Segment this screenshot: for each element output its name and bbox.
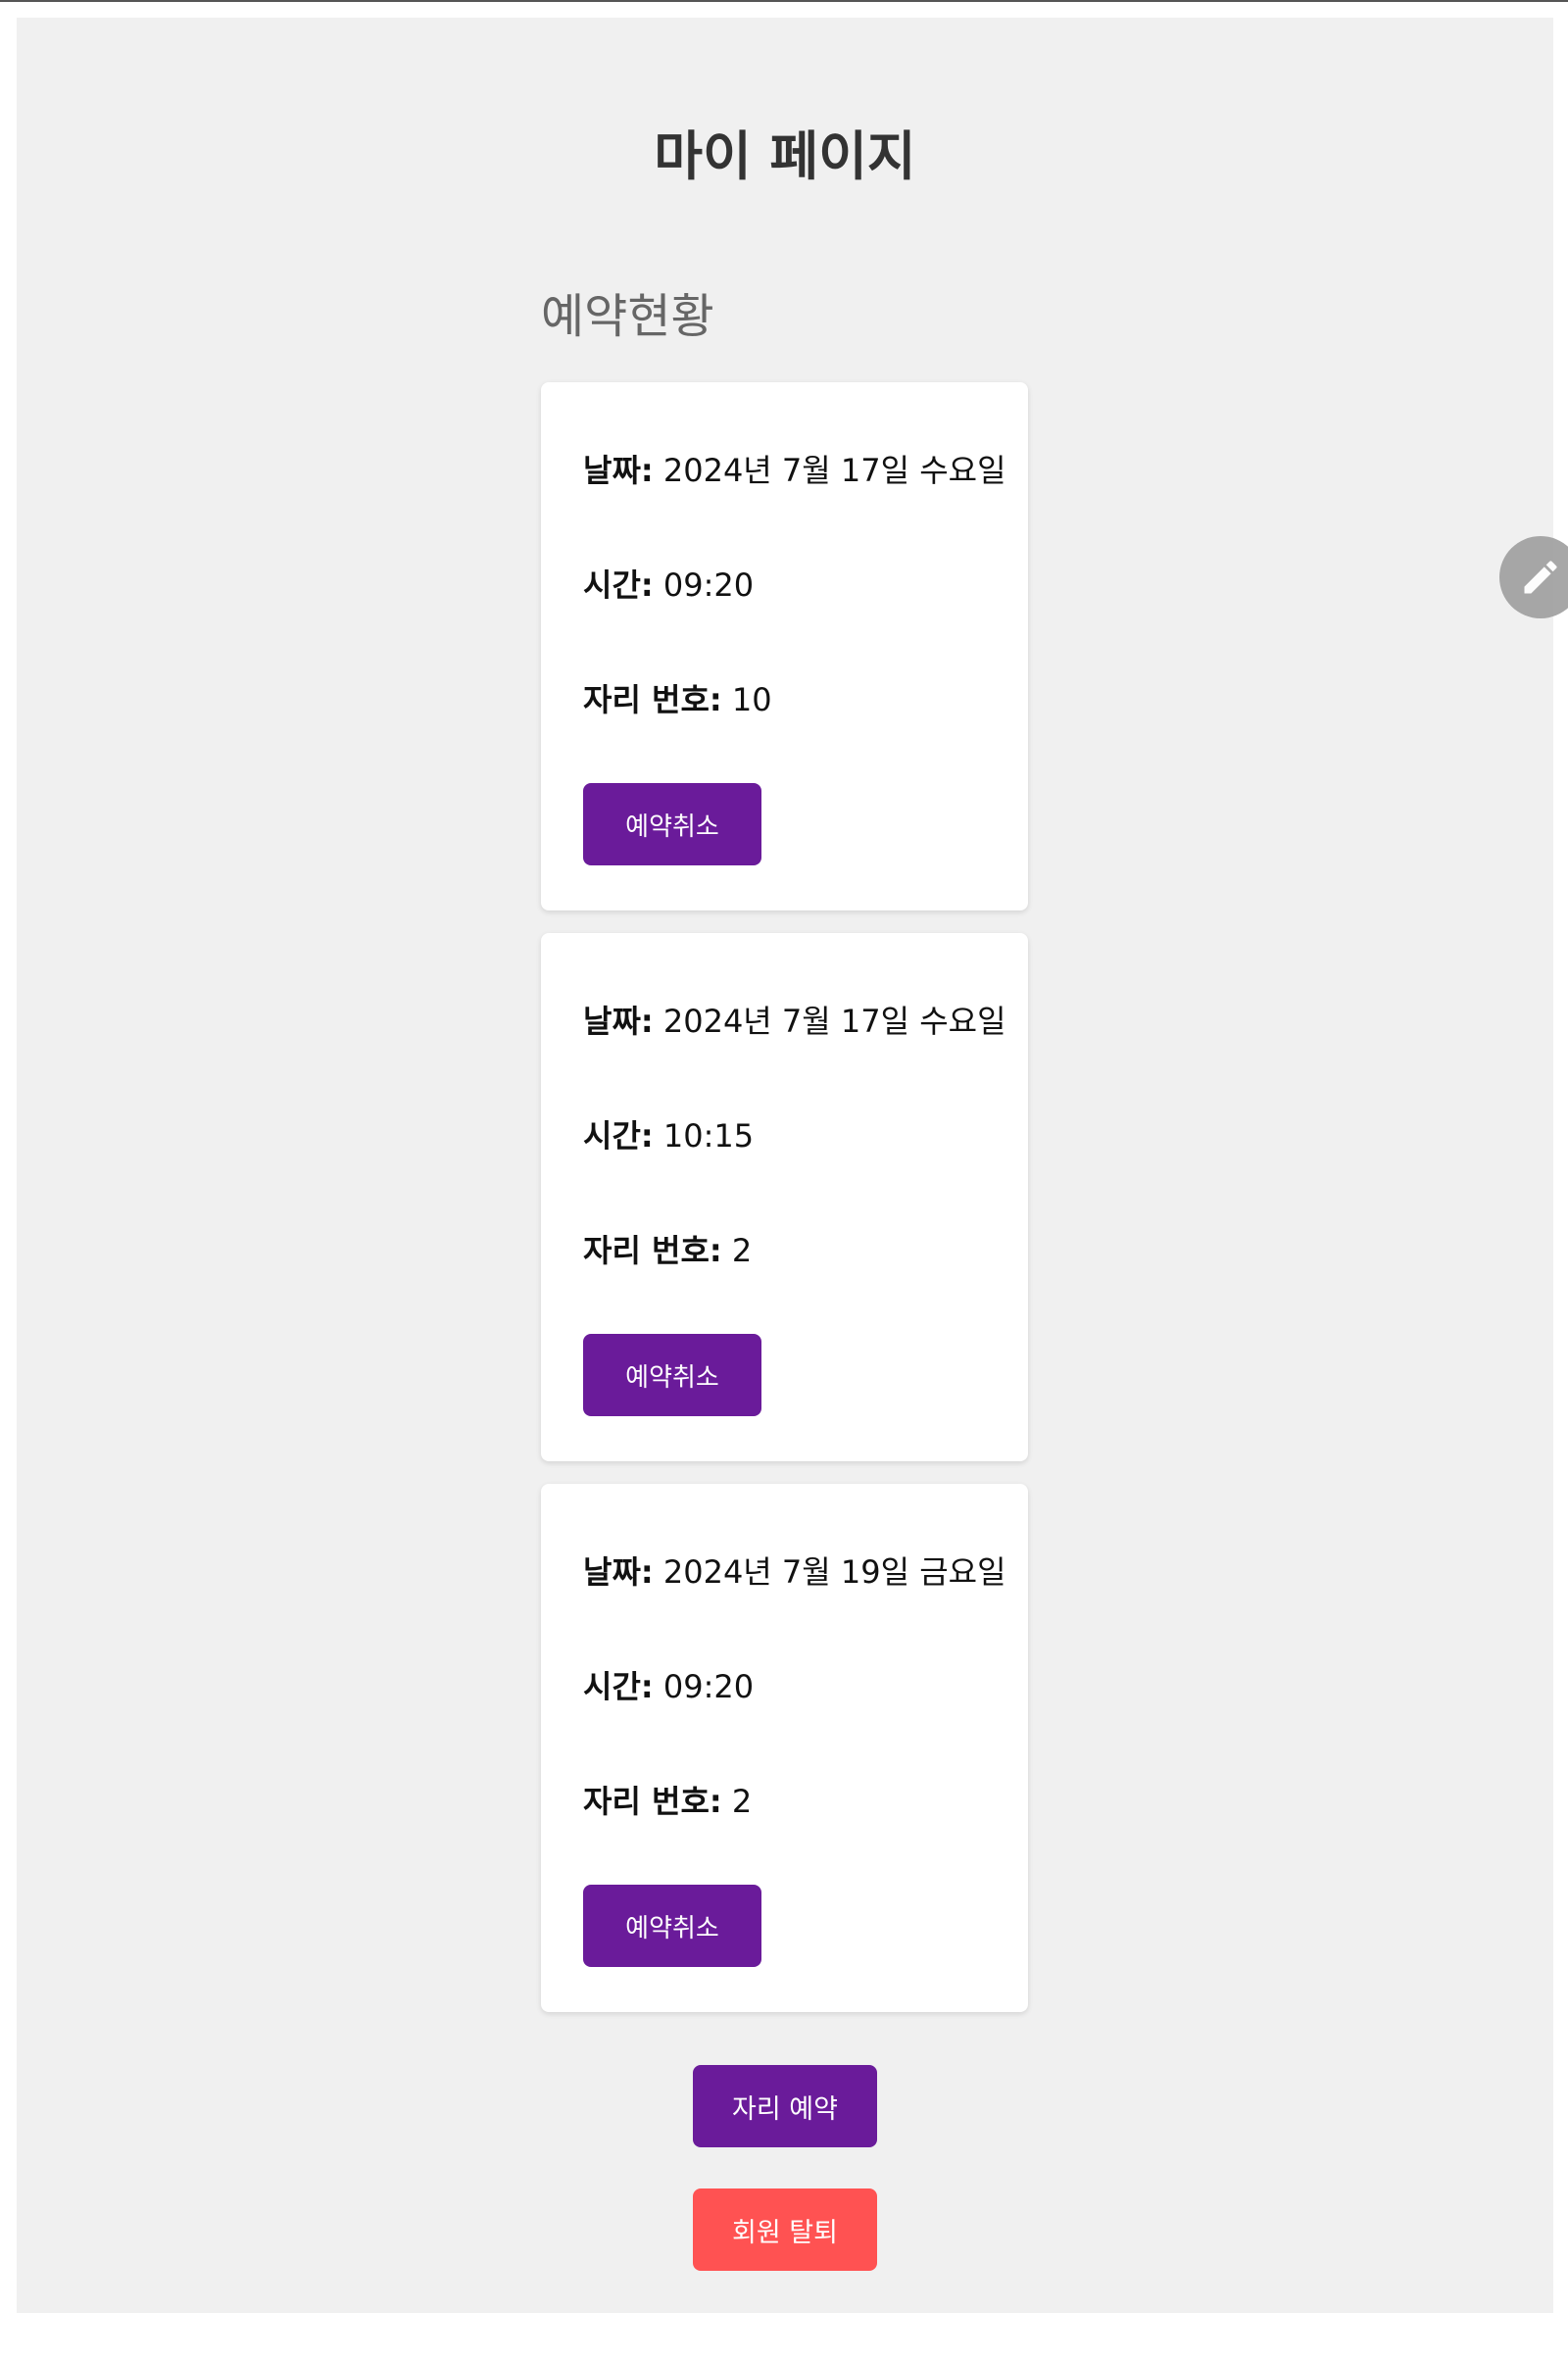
- section-title: 예약현황: [541, 289, 714, 344]
- reservation-seat: 자리 번호: 2: [583, 1779, 752, 1824]
- date-label: 날짜:: [583, 1003, 654, 1040]
- reservation-card: 날짜: 2024년 7월 19일 금요일 시간: 09:20 자리 번호: 2 …: [541, 1484, 1028, 2012]
- reservation-card: 날짜: 2024년 7월 17일 수요일 시간: 09:20 자리 번호: 10…: [541, 382, 1028, 910]
- top-border: [0, 0, 1568, 2]
- time-value: 09:20: [653, 1668, 755, 1705]
- cancel-reservation-button[interactable]: 예약취소: [583, 1334, 761, 1416]
- reserve-seat-button[interactable]: 자리 예약: [693, 2065, 877, 2147]
- reservation-date: 날짜: 2024년 7월 19일 금요일: [583, 1549, 1006, 1595]
- seat-label: 자리 번호:: [583, 681, 722, 718]
- time-value: 10:15: [653, 1117, 755, 1155]
- time-value: 09:20: [653, 566, 755, 604]
- seat-label: 자리 번호:: [583, 1783, 722, 1820]
- date-label: 날짜:: [583, 452, 654, 489]
- date-value: 2024년 7월 17일 수요일: [653, 1003, 1006, 1040]
- page-title: 마이 페이지: [654, 125, 916, 187]
- reservation-seat: 자리 번호: 10: [583, 677, 772, 722]
- reservation-time: 시간: 09:20: [583, 1664, 754, 1709]
- seat-value: 2: [721, 1232, 753, 1269]
- page-container: 마이 페이지 예약현황 날짜: 2024년 7월 17일 수요일 시간: 09:…: [17, 18, 1553, 2313]
- cancel-reservation-button[interactable]: 예약취소: [583, 1885, 761, 1967]
- reservation-date: 날짜: 2024년 7월 17일 수요일: [583, 999, 1006, 1044]
- date-value: 2024년 7월 17일 수요일: [653, 452, 1006, 489]
- seat-label: 자리 번호:: [583, 1232, 722, 1269]
- seat-value: 2: [721, 1783, 753, 1820]
- date-label: 날짜:: [583, 1553, 654, 1591]
- seat-value: 10: [721, 681, 772, 718]
- cancel-reservation-button[interactable]: 예약취소: [583, 783, 761, 865]
- pencil-icon: [1524, 561, 1557, 594]
- time-label: 시간:: [583, 566, 654, 604]
- reservation-time: 시간: 10:15: [583, 1113, 754, 1158]
- time-label: 시간:: [583, 1117, 654, 1155]
- reservation-seat: 자리 번호: 2: [583, 1228, 752, 1273]
- reservation-date: 날짜: 2024년 7월 17일 수요일: [583, 448, 1006, 493]
- withdraw-membership-button[interactable]: 회원 탈퇴: [693, 2188, 877, 2271]
- date-value: 2024년 7월 19일 금요일: [653, 1553, 1006, 1591]
- reservation-card: 날짜: 2024년 7월 17일 수요일 시간: 10:15 자리 번호: 2 …: [541, 933, 1028, 1461]
- reservation-time: 시간: 09:20: [583, 563, 754, 608]
- time-label: 시간:: [583, 1668, 654, 1705]
